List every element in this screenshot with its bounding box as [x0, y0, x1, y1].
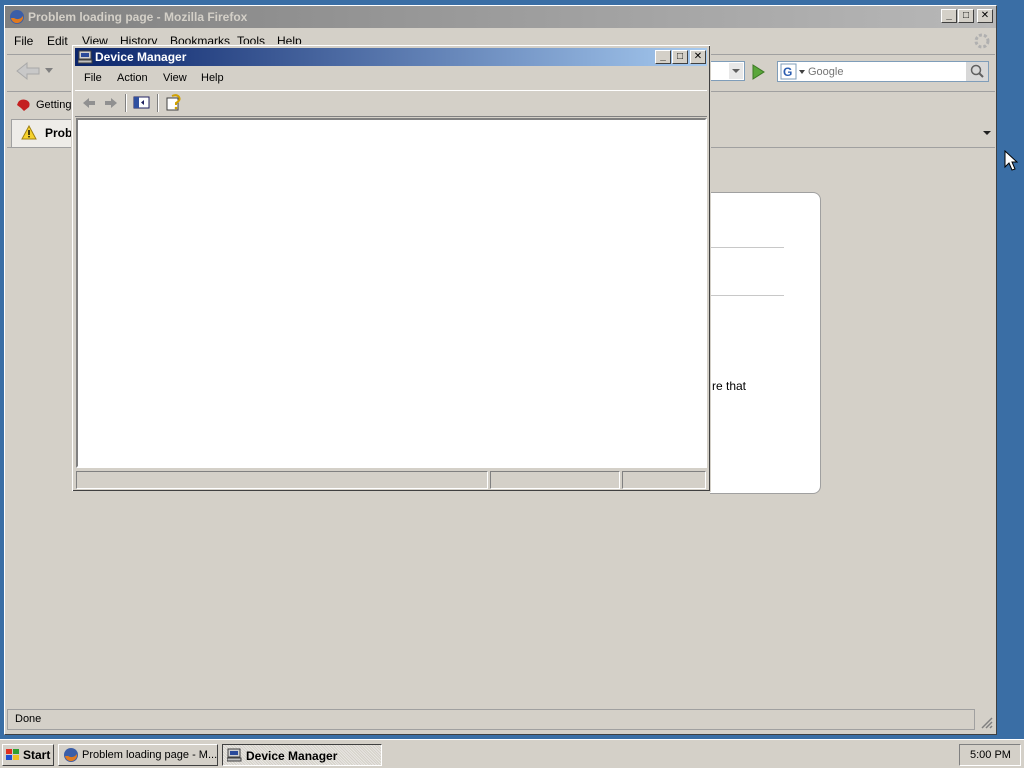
device-manager-title: Device Manager — [95, 50, 187, 64]
bookmark-favicon-icon — [17, 99, 30, 111]
dm-status-pane — [490, 471, 620, 489]
windows-logo-icon — [6, 749, 19, 760]
dm-menu-help[interactable]: Help — [201, 72, 224, 84]
taskbar-item-firefox[interactable]: Problem loading page - M... — [58, 744, 218, 766]
show-hide-tree-icon[interactable] — [133, 95, 151, 111]
device-manager-window: Device Manager _ □ ✕ File Action View He… — [71, 44, 711, 492]
taskbar-item-label: Problem loading page - M... — [82, 749, 218, 761]
warning-icon — [21, 125, 37, 140]
error-page-card: re that — [710, 192, 821, 494]
dm-toolbar-separator — [125, 94, 127, 112]
firefox-titlebar[interactable]: Problem loading page - Mozilla Firefox _… — [5, 6, 996, 28]
card-divider — [710, 247, 784, 248]
start-button[interactable]: Start — [2, 744, 54, 766]
help-icon[interactable] — [165, 94, 183, 112]
back-history-arrow-icon[interactable] — [45, 68, 53, 74]
google-engine-icon[interactable]: G — [780, 63, 806, 80]
mouse-cursor-icon — [1004, 150, 1018, 171]
dm-device-tree[interactable] — [76, 118, 707, 468]
search-input[interactable] — [808, 64, 960, 79]
firefox-icon — [64, 748, 78, 762]
dm-menubar: File Action View Help — [75, 68, 707, 88]
dm-status-pane — [76, 471, 488, 489]
dm-maximize-button[interactable]: □ — [672, 50, 688, 64]
dm-menu-action[interactable]: Action — [117, 72, 148, 84]
svg-text:G: G — [783, 65, 792, 79]
close-button[interactable]: ✕ — [977, 9, 993, 23]
start-label: Start — [23, 748, 51, 762]
taskbar: Start Problem loading page - M... Device… — [0, 739, 1024, 768]
maximize-button[interactable]: □ — [958, 9, 974, 23]
device-manager-titlebar[interactable]: Device Manager _ □ ✕ — [75, 48, 707, 66]
device-manager-icon — [227, 748, 242, 762]
menu-edit[interactable]: Edit — [47, 34, 68, 48]
tab-list-icon[interactable] — [979, 122, 995, 142]
search-icon[interactable] — [966, 62, 988, 81]
card-divider — [710, 295, 784, 296]
status-bar: Done — [7, 709, 975, 730]
device-manager-icon — [78, 50, 93, 64]
throbber-icon — [974, 33, 990, 49]
dm-back-icon[interactable] — [81, 96, 97, 110]
dm-menu-view[interactable]: View — [163, 72, 187, 84]
firefox-icon — [10, 10, 24, 24]
resize-grip-icon[interactable] — [979, 715, 993, 729]
taskbar-item-device-manager[interactable]: Device Manager — [222, 744, 382, 766]
dm-status-pane — [622, 471, 706, 489]
back-icon[interactable] — [13, 60, 43, 82]
firefox-title: Problem loading page - Mozilla Firefox — [28, 10, 248, 24]
url-dropdown-icon[interactable] — [729, 63, 743, 79]
clock[interactable]: 5:00 PM — [970, 749, 1011, 761]
menu-file[interactable]: File — [14, 34, 33, 48]
dm-minimize-button[interactable]: _ — [655, 50, 671, 64]
dm-menu-file[interactable]: File — [84, 72, 102, 84]
dm-toolbar — [75, 90, 707, 117]
search-box[interactable]: G — [777, 61, 989, 82]
dm-close-button[interactable]: ✕ — [690, 50, 706, 64]
dm-forward-icon[interactable] — [103, 96, 119, 110]
tab-problem-loading[interactable]: Proble — [11, 119, 82, 147]
error-text-fragment: re that — [712, 379, 747, 393]
minimize-button[interactable]: _ — [941, 9, 957, 23]
dm-toolbar-separator — [157, 94, 159, 112]
status-text: Done — [15, 713, 42, 725]
bookmark-getting-started[interactable]: Getting — [36, 99, 71, 111]
go-button-icon[interactable] — [748, 62, 768, 82]
taskbar-item-label: Device Manager — [246, 749, 338, 763]
system-tray: 5:00 PM — [959, 744, 1021, 766]
